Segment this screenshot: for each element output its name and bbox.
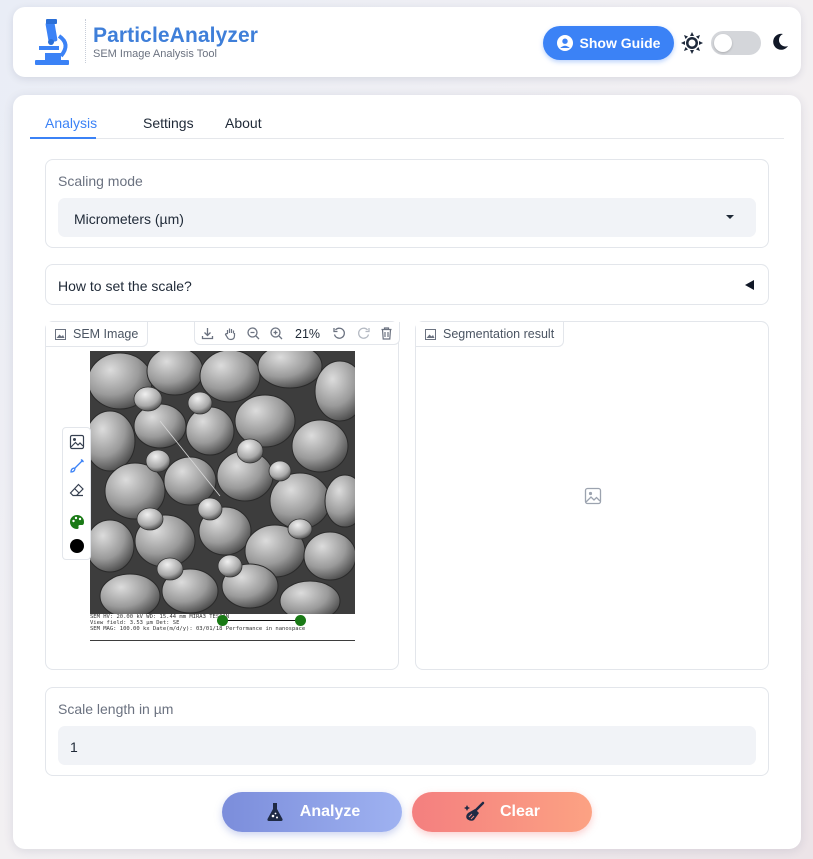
draw-toolbar [62, 427, 91, 560]
analyze-label: Analyze [299, 803, 361, 820]
microscope-icon [35, 19, 69, 65]
scaling-mode-label: Scaling mode [58, 173, 143, 189]
image-tool-icon[interactable] [69, 434, 85, 450]
scaling-mode-value: Micrometers (µm) [74, 211, 184, 227]
tab-about[interactable]: About [210, 115, 277, 139]
brush-icon[interactable] [69, 458, 85, 474]
caret-down-icon [726, 215, 734, 219]
tab-settings[interactable]: Settings [128, 115, 209, 139]
undo-icon[interactable] [332, 326, 347, 341]
scale-length-block: Scale length in µm 1 [45, 687, 769, 776]
download-icon[interactable] [200, 326, 215, 341]
show-guide-label: Show Guide [579, 35, 661, 51]
sem-image-tag: SEM Image [46, 322, 149, 347]
theme-toggle[interactable] [711, 31, 761, 55]
image-icon [55, 328, 66, 340]
zoom-level: 21% [295, 327, 321, 341]
scale-length-label: Scale length in µm [58, 701, 174, 717]
flask-icon [267, 803, 283, 821]
scale-start-handle[interactable] [217, 615, 228, 626]
show-guide-button[interactable]: Show Guide [543, 26, 674, 60]
accordion-label: How to set the scale? [58, 278, 192, 294]
app-title: ParticleAnalyzer [93, 24, 259, 47]
eraser-icon[interactable] [69, 482, 85, 498]
tab-bar: Analysis Settings About [30, 115, 784, 139]
tab-analysis[interactable]: Analysis [30, 115, 97, 139]
sem-info-line-3: SEM MAG: 100.00 kx Date(m/d/y): 03/01/18… [90, 626, 306, 632]
redo-icon[interactable] [356, 326, 371, 341]
broom-icon [463, 801, 485, 821]
toggle-knob [714, 34, 732, 52]
app-header: ParticleAnalyzer SEM Image Analysis Tool… [13, 7, 801, 77]
triangle-left-icon [745, 280, 754, 290]
zoom-in-icon[interactable] [269, 326, 284, 341]
scale-line[interactable] [223, 620, 301, 621]
scale-end-handle[interactable] [295, 615, 306, 626]
logo-divider [85, 19, 86, 63]
sem-micrograph[interactable] [90, 351, 355, 641]
analyze-button[interactable]: Analyze [222, 792, 402, 832]
image-placeholder-icon [584, 487, 602, 505]
segmentation-panel: Segmentation result [415, 321, 769, 670]
scale-length-input[interactable]: 1 [58, 726, 756, 765]
image-toolbar: 21% [194, 322, 400, 345]
user-circle-icon [556, 35, 573, 51]
clear-button[interactable]: Clear [412, 792, 592, 832]
pan-hand-icon[interactable] [223, 326, 238, 341]
scale-help-accordion[interactable]: How to set the scale? [45, 264, 769, 305]
trash-icon[interactable] [379, 326, 394, 341]
segmentation-tag: Segmentation result [416, 322, 565, 347]
main-card: Analysis Settings About Scaling mode Mic… [13, 95, 801, 849]
scaling-mode-block: Scaling mode Micrometers (µm) [45, 159, 769, 248]
palette-icon[interactable] [69, 514, 85, 530]
image-icon [425, 328, 436, 340]
sem-image-panel: SEM Image 21% SEM HV: 20.00 kV WD: 15.44… [45, 321, 400, 670]
sem-image-label: SEM Image [73, 327, 139, 341]
clear-label: Clear [499, 803, 541, 820]
zoom-out-icon[interactable] [246, 326, 261, 341]
app-subtitle: SEM Image Analysis Tool [93, 48, 217, 60]
sun-icon [681, 32, 703, 54]
segmentation-label: Segmentation result [443, 327, 555, 341]
color-swatch-black[interactable] [69, 538, 85, 554]
scaling-mode-select[interactable]: Micrometers (µm) [58, 198, 756, 237]
moon-icon [773, 33, 788, 50]
